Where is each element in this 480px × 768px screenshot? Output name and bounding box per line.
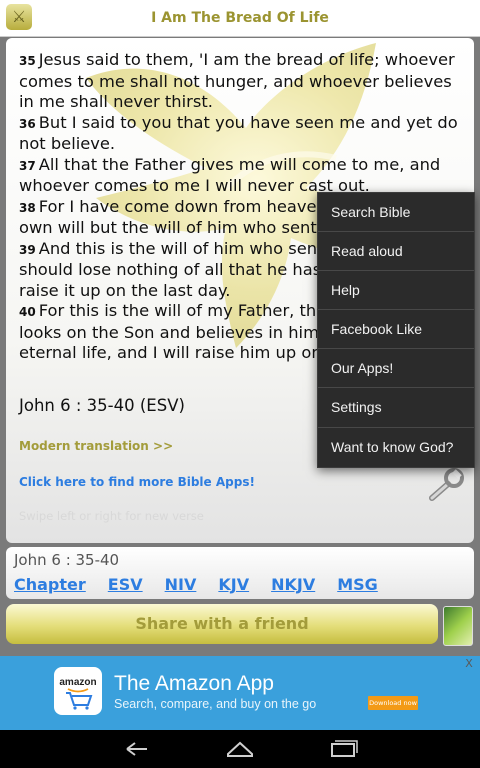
translation-links: Chapter ESV NIV KJV NKJV MSG — [14, 575, 400, 594]
amazon-logo-icon: amazon — [54, 667, 102, 715]
swipe-hint: Swipe left or right for new verse — [19, 509, 204, 523]
menu-item-facebook-like[interactable]: Facebook Like — [318, 310, 474, 350]
ad-subtitle: Search, compare, and buy on the go — [114, 697, 317, 711]
share-image-thumbnail[interactable] — [443, 606, 473, 646]
ad-title: The Amazon App — [114, 672, 274, 695]
verse-number: 37 — [19, 158, 36, 173]
translation-bar: John 6 : 35-40 Chapter ESV NIV KJV NKJV MSG — [6, 547, 474, 599]
chapter-link[interactable]: Chapter — [14, 575, 86, 594]
menu-item-our-apps[interactable]: Our Apps! — [318, 349, 474, 389]
menu-item-want-to-know-god[interactable]: Want to know God? — [318, 428, 474, 466]
back-icon[interactable] — [117, 730, 157, 768]
ad-download-button[interactable]: Download now — [368, 696, 418, 710]
home-icon[interactable] — [220, 730, 260, 768]
verse-body: Jesus said to them, 'I am the bread of l… — [19, 50, 455, 111]
verse-number: 40 — [19, 305, 36, 319]
nkjv-link[interactable]: NKJV — [271, 575, 315, 594]
system-nav-bar — [0, 730, 480, 768]
verse-reference: John 6 : 35-40 (ESV) — [19, 396, 185, 415]
esv-link[interactable]: ESV — [108, 575, 143, 594]
more-bible-apps-link[interactable]: Click here to find more Bible Apps! — [19, 475, 255, 489]
verse-body: All that the Father gives me will come t… — [19, 154, 441, 196]
title-bar: ⚔ I Am The Bread Of Life — [0, 0, 480, 37]
menu-item-search-bible[interactable]: Search Bible — [318, 193, 474, 233]
verse: 37 All that the Father gives me will come… — [19, 155, 464, 197]
modern-translation-link[interactable]: Modern translation >> — [19, 439, 173, 453]
recents-icon[interactable] — [323, 730, 363, 768]
verse-number: 35 — [19, 54, 36, 68]
page-title: I Am The Bread Of Life — [151, 10, 329, 26]
verse-number: 36 — [19, 116, 36, 131]
wrench-icon[interactable] — [426, 468, 466, 504]
cart-icon — [66, 688, 93, 710]
niv-link[interactable]: NIV — [165, 575, 197, 594]
kjv-link[interactable]: KJV — [218, 575, 249, 594]
share-button[interactable]: Share with a friend — [6, 604, 438, 644]
verse-number: 38 — [19, 200, 36, 215]
verse-body: But I said to you that you have seen me … — [19, 112, 458, 154]
menu-item-settings[interactable]: Settings — [318, 388, 474, 428]
verse: 36 But I said to you that you have seen m… — [19, 113, 464, 155]
menu-item-read-aloud[interactable]: Read aloud — [318, 232, 474, 272]
overflow-menu: Search Bible Read aloud Help Facebook Li… — [317, 192, 475, 468]
current-reference: John 6 : 35-40 — [14, 551, 120, 569]
ad-close-icon[interactable]: X — [463, 658, 475, 670]
verse-number: 39 — [19, 242, 36, 257]
verse: 35 Jesus said to them, 'I am the bread of… — [19, 50, 464, 113]
msg-link[interactable]: MSG — [337, 575, 378, 594]
menu-item-help[interactable]: Help — [318, 271, 474, 311]
